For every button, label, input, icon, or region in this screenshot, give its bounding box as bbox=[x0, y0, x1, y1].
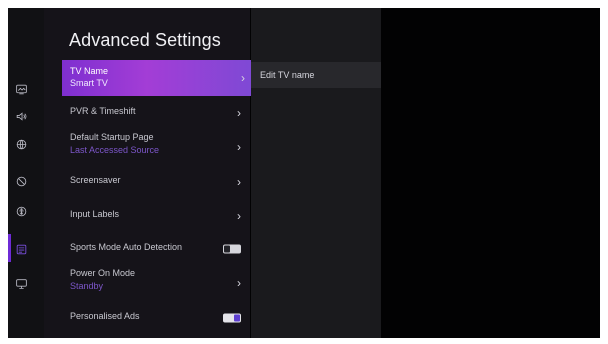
menu-item-label: Input Labels bbox=[70, 209, 120, 219]
system-icon[interactable] bbox=[14, 242, 28, 256]
menu-item-label: Power On Mode bbox=[70, 268, 136, 278]
menu-item-screensaver[interactable]: Screensaver › bbox=[62, 175, 247, 189]
menu-item-label: Default Startup Page bbox=[70, 132, 154, 142]
menu-item-label: Sports Mode Auto Detection bbox=[70, 242, 183, 252]
menu-item-sports-mode-auto-detection[interactable]: Sports Mode Auto Detection bbox=[62, 242, 247, 256]
rail-active-marker bbox=[8, 234, 11, 262]
chevron-right-icon: › bbox=[241, 71, 245, 85]
edit-tv-name-option[interactable]: Edit TV name bbox=[251, 62, 381, 88]
chevron-right-icon: › bbox=[237, 175, 241, 189]
menu-item-default-startup-page[interactable]: Default Startup Page Last Accessed Sourc… bbox=[62, 132, 247, 162]
network-icon[interactable] bbox=[14, 137, 28, 151]
support-icon[interactable] bbox=[14, 276, 28, 290]
toggle-knob bbox=[224, 245, 230, 253]
menu-item-tv-name[interactable]: TV Name Smart TV › bbox=[62, 60, 251, 96]
detail-item-label: Edit TV name bbox=[260, 70, 315, 80]
restrictions-icon[interactable] bbox=[14, 174, 28, 188]
menu-item-power-on-mode[interactable]: Power On Mode Standby › bbox=[62, 268, 247, 298]
chevron-right-icon: › bbox=[237, 209, 241, 223]
personalised-ads-toggle[interactable] bbox=[223, 313, 241, 323]
tv-screen: Advanced Settings TV Name Smart TV › PVR… bbox=[8, 8, 600, 338]
chevron-right-icon: › bbox=[237, 106, 241, 120]
detail-panel: Edit TV name bbox=[251, 8, 381, 338]
sports-mode-toggle[interactable] bbox=[223, 244, 241, 254]
menu-item-value: Smart TV bbox=[70, 78, 108, 88]
chevron-right-icon: › bbox=[237, 140, 241, 154]
menu-item-value: Last Accessed Source bbox=[70, 145, 160, 155]
picture-icon[interactable] bbox=[14, 82, 28, 96]
menu-item-pvr-timeshift[interactable]: PVR & Timeshift › bbox=[62, 106, 247, 120]
chevron-right-icon: › bbox=[237, 276, 241, 290]
toggle-knob bbox=[234, 314, 240, 322]
menu-item-label: Screensaver bbox=[70, 175, 121, 185]
menu-item-label: Personalised Ads bbox=[70, 311, 140, 321]
menu-item-value: Standby bbox=[70, 281, 104, 291]
settings-category-rail bbox=[8, 8, 44, 338]
advanced-settings-menu: Advanced Settings TV Name Smart TV › PVR… bbox=[44, 8, 251, 338]
page-title: Advanced Settings bbox=[69, 30, 221, 50]
sound-icon[interactable] bbox=[14, 109, 28, 123]
menu-item-input-labels[interactable]: Input Labels › bbox=[62, 209, 247, 223]
accessibility-icon[interactable] bbox=[14, 204, 28, 218]
menu-item-label: PVR & Timeshift bbox=[70, 106, 136, 116]
menu-item-personalised-ads[interactable]: Personalised Ads bbox=[62, 311, 247, 325]
menu-item-label: TV Name bbox=[70, 66, 109, 76]
